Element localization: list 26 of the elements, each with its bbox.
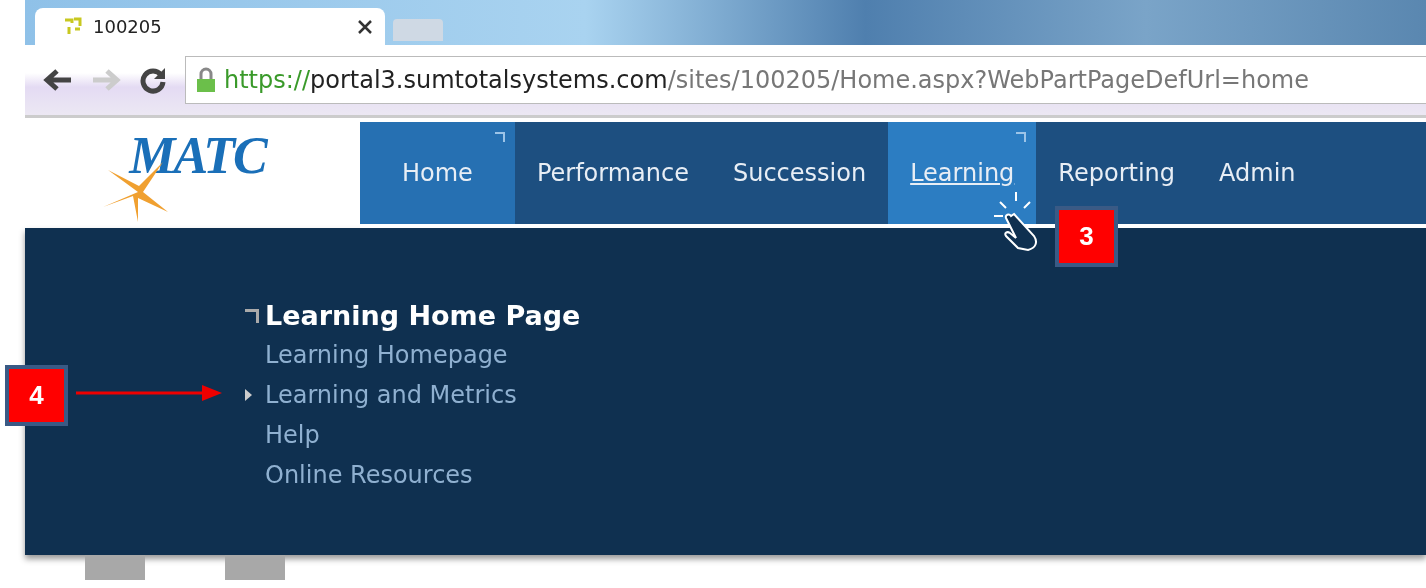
corner-icon — [494, 132, 505, 142]
logo-text: MATC — [129, 125, 266, 185]
menu-link[interactable]: Online Resources — [265, 461, 473, 489]
step-callout: 4 — [5, 365, 68, 426]
menu-link[interactable]: Learning Homepage — [265, 341, 508, 369]
triangle-icon — [245, 389, 252, 401]
tab-stub — [225, 555, 285, 580]
step-callout: 3 — [1055, 206, 1118, 267]
menu-link[interactable]: Learning and Metrics — [265, 381, 517, 409]
corner-icon — [245, 308, 259, 323]
address-bar[interactable]: https://portal3.sumtotalsystems.com/sites/100205/Home.aspx?WebPartPageDefUrl=home — [185, 56, 1426, 104]
nav-tab[interactable]: Performance — [514, 122, 711, 224]
menu-link[interactable]: Help — [265, 421, 320, 449]
nav-tab[interactable]: Admin — [1197, 122, 1318, 224]
corner-icon — [1016, 132, 1027, 142]
nav-tab[interactable]: Succession — [710, 122, 889, 224]
favicon-icon — [63, 16, 83, 37]
reload-icon[interactable] — [139, 66, 167, 94]
browser-tab[interactable]: 100205 — [35, 8, 385, 45]
back-icon[interactable] — [43, 68, 73, 92]
close-icon[interactable] — [357, 18, 373, 35]
menu-heading: Learning Home Page — [265, 300, 581, 331]
nav-tab[interactable]: Home — [360, 122, 515, 224]
nav-tab[interactable]: Learning — [888, 122, 1037, 224]
tab-stub — [85, 555, 145, 580]
lock-icon — [196, 67, 216, 93]
